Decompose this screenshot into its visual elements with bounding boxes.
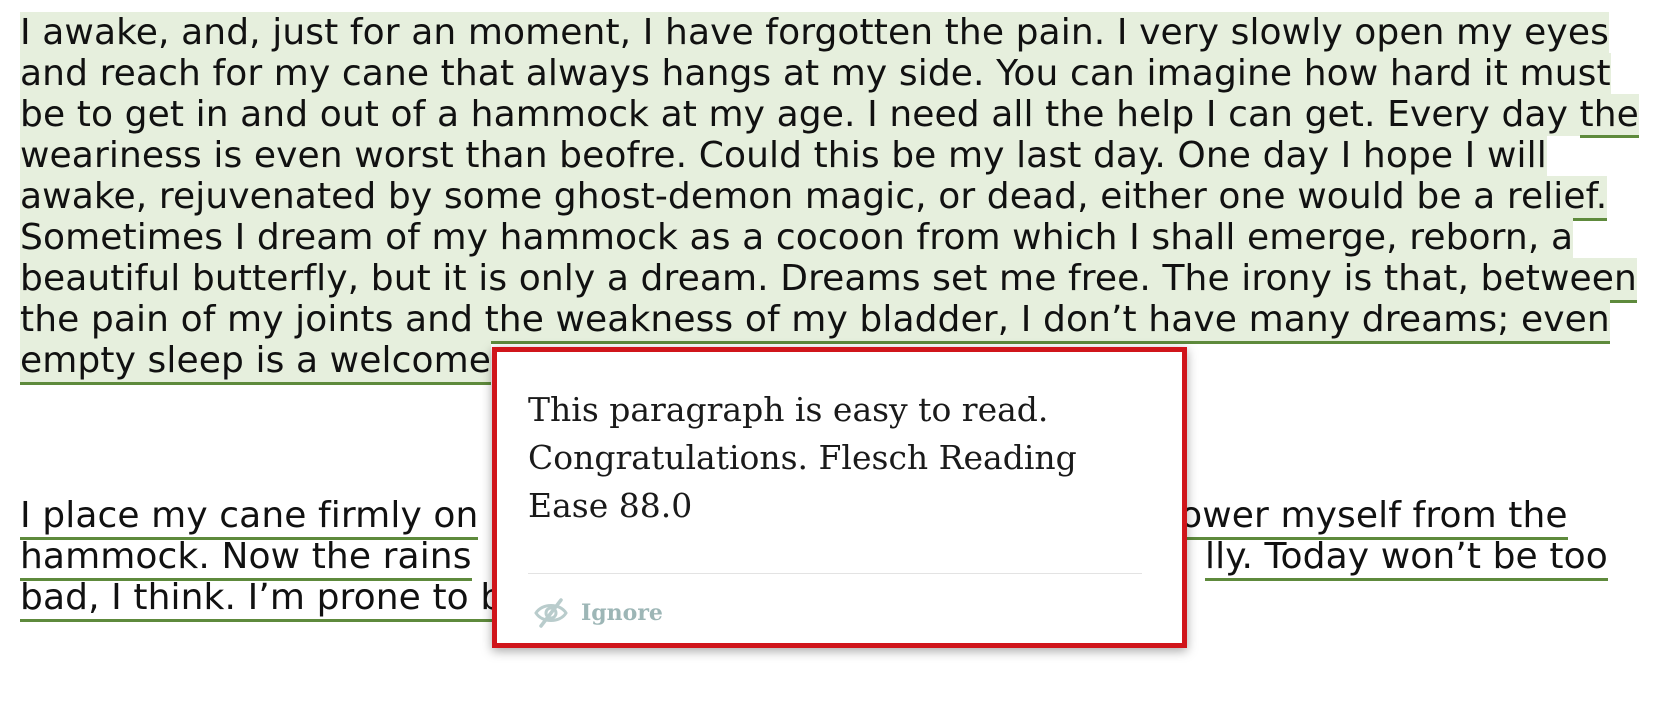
paragraph-line: lly. Today won’t be too — [1205, 536, 1608, 581]
paragraph-line: weariness is even worst than beofre. Cou… — [20, 135, 1547, 180]
paragraph-line: be to get in and out of a hammock at my … — [20, 94, 1639, 138]
text-run: be to get in and out of a hammock at my … — [20, 94, 1580, 135]
readability-popup: This paragraph is easy to read. Congratu… — [492, 347, 1187, 648]
paragraph-line: and reach for my cane that always hangs … — [20, 53, 1611, 95]
paragraph-line: awake, rejuvenated by some ghost-demon m… — [20, 176, 1608, 221]
paragraph-line: beautiful butterfly, but it is only a dr… — [20, 258, 1637, 303]
paragraph-line: lower myself from the — [1170, 495, 1568, 540]
ignore-button[interactable]: Ignore — [533, 596, 663, 630]
popup-divider — [528, 573, 1142, 574]
ignore-label: Ignore — [581, 600, 663, 626]
readability-message: This paragraph is easy to read. Congratu… — [528, 390, 1077, 525]
paragraph-line: I awake, and, just for an moment, I have… — [20, 12, 1609, 54]
paragraph-line: empty sleep is a welcome — [20, 340, 492, 385]
paragraph-line: hammock. Now the rains — [20, 536, 472, 581]
paragraph-line: I place my cane firmly on — [20, 495, 479, 540]
eye-slash-icon — [533, 596, 569, 630]
paragraph-line: the pain of my joints and the weakness o… — [20, 299, 1610, 344]
paragraph-line: Sometimes I dream of my hammock as a coc… — [20, 217, 1574, 262]
underlined-text: the — [1579, 94, 1639, 138]
